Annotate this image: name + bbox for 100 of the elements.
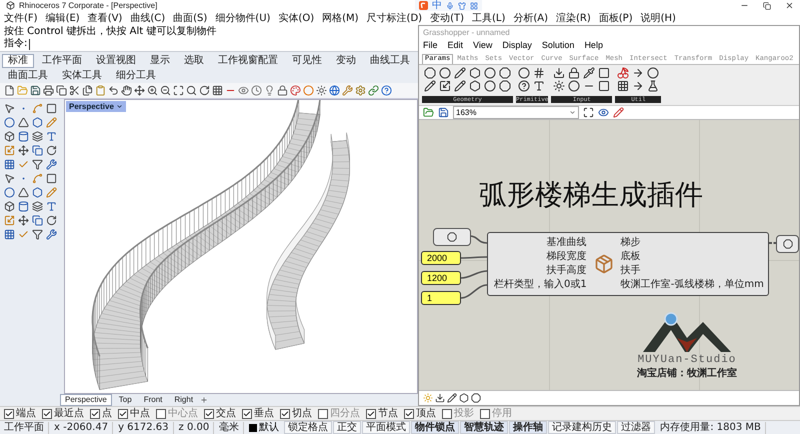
- rotate-icon[interactable]: [46, 215, 57, 226]
- pencil-icon[interactable]: [454, 80, 466, 92]
- viewport-label[interactable]: Perspective: [66, 101, 126, 112]
- microphone-icon[interactable]: [446, 2, 454, 10]
- parameter-node[interactable]: [776, 235, 799, 254]
- clock-icon[interactable]: [251, 85, 262, 96]
- menu-item[interactable]: 面板(P): [598, 12, 633, 25]
- grid-icon[interactable]: [4, 159, 15, 170]
- octagon-icon[interactable]: [424, 67, 436, 80]
- triangle-icon[interactable]: [18, 187, 29, 198]
- lightbulb-icon[interactable]: [264, 85, 275, 96]
- layers-icon[interactable]: [32, 131, 43, 142]
- filter-icon[interactable]: [32, 229, 43, 240]
- scissors-icon[interactable]: [69, 85, 80, 96]
- pencil-icon[interactable]: [454, 67, 466, 80]
- circle-icon[interactable]: [647, 67, 660, 80]
- pencil-icon[interactable]: [447, 393, 457, 404]
- copy-icon[interactable]: [32, 145, 43, 156]
- status-toggle[interactable]: 物件锁点: [411, 421, 460, 434]
- layer-field[interactable]: 默认: [245, 422, 284, 434]
- cherry-icon[interactable]: [617, 67, 630, 80]
- maximize-icon[interactable]: [173, 85, 184, 96]
- status-toggle[interactable]: 锁定格点: [284, 421, 332, 434]
- status-toggle[interactable]: 正交: [333, 421, 362, 434]
- circle-icon[interactable]: [4, 117, 15, 128]
- units-field[interactable]: 毫米: [215, 422, 244, 434]
- menu-item[interactable]: 细分物件(U): [215, 12, 270, 25]
- cylinder-icon[interactable]: [18, 201, 29, 212]
- menu-item[interactable]: Solution: [542, 40, 574, 50]
- flask-conical-icon[interactable]: [647, 80, 660, 92]
- cylinder-icon[interactable]: [18, 131, 29, 142]
- octagon-icon[interactable]: [471, 393, 481, 404]
- triangle-icon[interactable]: [18, 117, 29, 128]
- menu-item[interactable]: 曲面(S): [173, 12, 208, 25]
- hash-icon[interactable]: [533, 67, 545, 80]
- circle-icon[interactable]: [484, 67, 496, 80]
- circle-icon[interactable]: [518, 67, 530, 80]
- square-icon[interactable]: [598, 80, 610, 92]
- polygon-icon[interactable]: [32, 187, 43, 198]
- frame-icon[interactable]: [583, 107, 594, 118]
- circle-icon[interactable]: [439, 67, 451, 80]
- viewport-tab[interactable]: Front: [138, 394, 168, 406]
- rectangle-icon[interactable]: [46, 103, 57, 114]
- rotate-icon[interactable]: [199, 85, 210, 96]
- snap-checkbox[interactable]: [242, 408, 252, 419]
- viewport-tab[interactable]: Perspective: [60, 394, 112, 406]
- wrench-icon[interactable]: [46, 229, 57, 240]
- component-node[interactable]: 基准曲线 梯段宽度 扶手高度 栏杆类型，输入0或1 梯步 底板 扶手 牧渊工作室-弧线楼梯，单位mm: [487, 232, 769, 296]
- eye-icon[interactable]: [598, 107, 609, 118]
- snap-checkbox[interactable]: [280, 408, 290, 419]
- filter-icon[interactable]: [32, 159, 43, 170]
- arrow-right-icon[interactable]: [632, 80, 644, 92]
- box-icon[interactable]: [4, 131, 15, 142]
- menu-item[interactable]: 实体(O): [278, 12, 314, 25]
- zoom-out-icon[interactable]: [160, 85, 171, 96]
- number-panel[interactable]: 1: [421, 291, 461, 306]
- menu-item[interactable]: 说明(H): [640, 12, 676, 25]
- status-toggle[interactable]: 过滤器: [617, 421, 656, 434]
- snap-checkbox[interactable]: [42, 408, 52, 419]
- add-icon[interactable]: [200, 396, 208, 404]
- hexagon-icon[interactable]: [469, 67, 481, 80]
- grid-icon[interactable]: [212, 85, 223, 96]
- menu-item[interactable]: Help: [584, 40, 603, 50]
- square-icon[interactable]: [598, 67, 610, 80]
- clipboard-icon[interactable]: [95, 85, 106, 96]
- pointer-icon[interactable]: [4, 103, 15, 114]
- wrench-icon[interactable]: [342, 85, 353, 96]
- snap-checkbox[interactable]: [442, 408, 452, 419]
- snap-checkbox[interactable]: [204, 408, 214, 419]
- hand-icon[interactable]: [121, 85, 132, 96]
- printer-icon[interactable]: [43, 85, 54, 96]
- snap-checkbox[interactable]: [118, 408, 128, 419]
- move-icon[interactable]: [18, 145, 29, 156]
- shirt-icon[interactable]: [458, 2, 466, 10]
- menu-item[interactable]: 文件(F): [4, 12, 38, 25]
- rotate-icon[interactable]: [46, 145, 57, 156]
- toolbar-tab[interactable]: 曲面工具: [2, 69, 54, 84]
- menu-item[interactable]: 分析(A): [513, 12, 548, 25]
- toolbar-tab[interactable]: 曲线工具: [364, 54, 416, 68]
- pencil-icon[interactable]: [424, 80, 436, 92]
- globe-icon[interactable]: [329, 85, 340, 96]
- polygon-icon[interactable]: [32, 117, 43, 128]
- toolbar-tab[interactable]: 选取: [178, 54, 210, 68]
- caret-icon[interactable]: [116, 103, 123, 110]
- folder-icon[interactable]: [423, 107, 434, 118]
- snap-checkbox[interactable]: [366, 408, 376, 419]
- ime-logo-icon[interactable]: [419, 1, 428, 10]
- save-icon[interactable]: [30, 85, 41, 96]
- status-toggle[interactable]: 操作轴: [509, 421, 548, 434]
- viewport-tab[interactable]: Top: [114, 394, 137, 406]
- scaling-icon[interactable]: [439, 80, 451, 92]
- box-icon[interactable]: [4, 201, 15, 212]
- circle-icon[interactable]: [4, 187, 15, 198]
- download-icon[interactable]: [435, 393, 445, 404]
- undo-icon[interactable]: [108, 85, 119, 96]
- sun-icon[interactable]: [553, 80, 566, 92]
- status-toggle[interactable]: 智慧轨迹: [460, 421, 508, 434]
- grid-icon[interactable]: [470, 2, 478, 10]
- zoom-field[interactable]: 163%: [453, 106, 579, 120]
- number-panel[interactable]: 1200: [421, 271, 461, 286]
